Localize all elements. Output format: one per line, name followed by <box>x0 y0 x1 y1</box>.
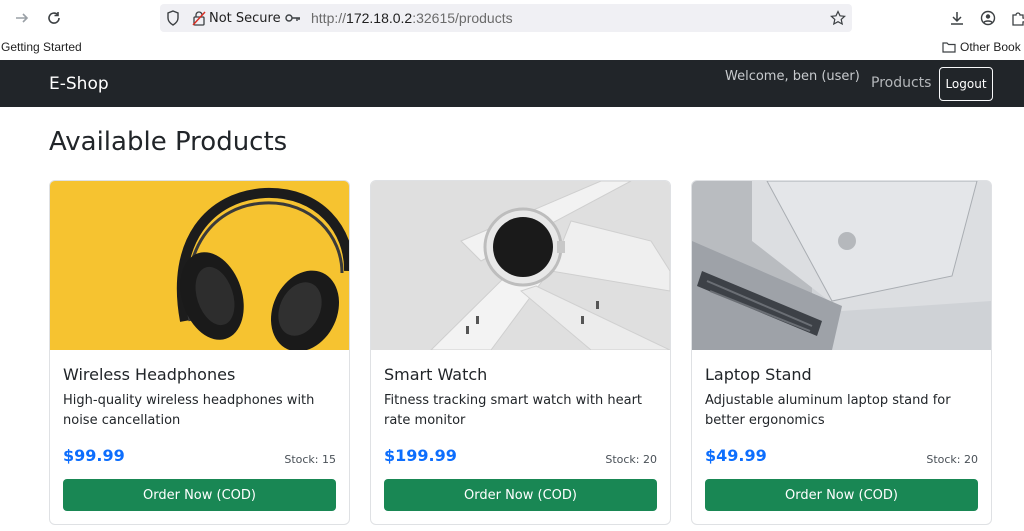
product-price: $49.99 <box>705 446 767 465</box>
product-price: $99.99 <box>63 446 125 465</box>
product-name: Laptop Stand <box>705 365 812 384</box>
insecure-lock-icon[interactable] <box>192 4 206 32</box>
product-card: Laptop Stand Adjustable aluminum laptop … <box>691 180 992 525</box>
product-price: $199.99 <box>384 446 457 465</box>
not-secure-label[interactable]: Not Secure <box>209 4 281 32</box>
key-icon[interactable] <box>285 4 301 32</box>
bookmark-getting-started[interactable]: Getting Started <box>1 40 82 54</box>
order-now-button[interactable]: Order Now (COD) <box>384 479 657 511</box>
url-rest: :32615/products <box>412 10 513 26</box>
product-description: High-quality wireless headphones with no… <box>63 393 315 428</box>
smartwatch-photo <box>371 181 670 350</box>
order-now-button[interactable]: Order Now (COD) <box>705 479 978 511</box>
brand-logo[interactable]: E-Shop <box>49 74 109 94</box>
download-icon[interactable] <box>945 6 969 30</box>
product-name: Smart Watch <box>384 365 488 384</box>
laptop-photo <box>692 181 991 350</box>
bookmarks-bar: Getting Started Other Book <box>0 36 1024 60</box>
extensions-icon[interactable] <box>1006 6 1024 30</box>
folder-icon <box>942 42 956 53</box>
product-stock: Stock: 15 <box>284 453 336 466</box>
product-stock: Stock: 20 <box>926 453 978 466</box>
url-host: 172.18.0.2 <box>346 10 413 26</box>
bookmark-other-bookmarks[interactable]: Other Book <box>942 40 1021 54</box>
welcome-text: Welcome, ben (user) <box>725 69 860 84</box>
account-icon[interactable] <box>976 6 1000 30</box>
browser-toolbar: Not Secure http://172.18.0.2:32615/produ… <box>0 0 1024 36</box>
shield-icon[interactable] <box>166 4 180 32</box>
product-description: Fitness tracking smart watch with heart … <box>384 393 643 428</box>
product-stock: Stock: 20 <box>605 453 657 466</box>
product-description: Adjustable aluminum laptop stand for bet… <box>705 393 951 428</box>
page-title: Available Products <box>49 127 288 157</box>
product-name: Wireless Headphones <box>63 365 236 384</box>
url-prefix: http:// <box>311 10 347 26</box>
reload-icon[interactable] <box>42 6 66 30</box>
address-bar[interactable]: Not Secure http://172.18.0.2:32615/produ… <box>160 4 852 32</box>
forward-icon[interactable] <box>10 6 34 30</box>
app-navbar: E-Shop Welcome, ben (user) Products Logo… <box>0 60 1024 107</box>
order-now-button[interactable]: Order Now (COD) <box>63 479 336 511</box>
bookmark-star-icon[interactable] <box>830 4 846 32</box>
headphones-photo <box>50 181 349 350</box>
other-bookmarks-label: Other Book <box>960 40 1021 54</box>
product-card: Smart Watch Fitness tracking smart watch… <box>370 180 671 525</box>
product-card: Wireless Headphones High-quality wireles… <box>49 180 350 525</box>
nav-link-products[interactable]: Products <box>871 75 931 91</box>
url-text[interactable]: http://172.18.0.2:32615/products <box>311 4 513 32</box>
logout-button[interactable]: Logout <box>939 67 993 101</box>
